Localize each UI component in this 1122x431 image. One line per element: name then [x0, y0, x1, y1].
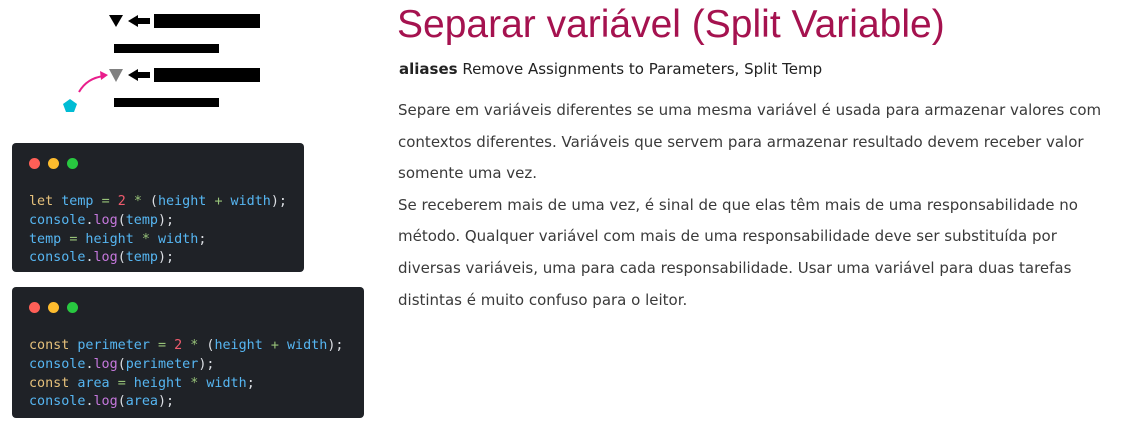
- code-token: width: [278, 338, 328, 353]
- down-triangle-icon: [109, 15, 123, 27]
- maximize-dot-icon: [67, 302, 78, 313]
- code-token: 2: [117, 194, 126, 209]
- code-token: .: [85, 356, 94, 372]
- code-line: console.log(area);: [29, 393, 343, 412]
- window-controls: [29, 158, 78, 169]
- description-paragraph: Separe em variáveis diferentes se uma me…: [398, 101, 1102, 183]
- code-token: .: [85, 250, 94, 266]
- code-token: let: [29, 194, 54, 209]
- code-token: (: [117, 250, 126, 266]
- aliases-line: aliases Remove Assignments to Parameters…: [399, 58, 822, 80]
- code-window-before: let temp = 2 * (height + width); console.…: [12, 143, 304, 272]
- code-token: console: [29, 356, 86, 372]
- code-token: const: [29, 375, 70, 391]
- code-token: );: [158, 394, 175, 410]
- maximize-dot-icon: [67, 158, 78, 169]
- code-line: console.log(temp);: [29, 249, 287, 268]
- aliases-label: aliases: [399, 60, 458, 78]
- code-line: let temp = 2 * (height + width);: [29, 193, 287, 212]
- code-token: =: [117, 375, 126, 391]
- code-token: temp: [29, 231, 70, 247]
- window-controls: [29, 302, 78, 313]
- code-token: log: [93, 212, 118, 228]
- left-arrow-icon: [128, 15, 150, 27]
- code-token: +: [270, 338, 279, 353]
- code-token: height: [158, 194, 207, 209]
- code-token: log: [93, 250, 118, 266]
- code-line: console.log(temp);: [29, 212, 287, 231]
- aliases-text: Remove Assignments to Parameters, Split …: [457, 60, 823, 78]
- code-token: temp: [125, 250, 158, 266]
- redacted-bar: [154, 68, 260, 82]
- code-line: const area = height * width;: [29, 375, 343, 394]
- code-window-after: const perimeter = 2 * (height + width); c…: [12, 287, 364, 418]
- code-token: .: [85, 394, 94, 410]
- code-token: );: [158, 250, 175, 266]
- code-token: *: [133, 194, 142, 209]
- code-token: (: [117, 212, 126, 228]
- code-token: width: [222, 194, 271, 209]
- close-dot-icon: [29, 158, 40, 169]
- code-token: =: [101, 194, 110, 209]
- code-token: );: [270, 194, 287, 209]
- code-token: =: [158, 338, 167, 353]
- page-title: Separar variável (Split Variable): [397, 3, 945, 46]
- minimize-dot-icon: [48, 158, 59, 169]
- code-token: height: [214, 338, 263, 353]
- code-token: ;: [246, 375, 255, 391]
- code-token: console: [29, 394, 86, 410]
- redacted-bar: [114, 98, 219, 107]
- code-token: );: [327, 338, 344, 353]
- left-arrow-icon: [128, 69, 150, 81]
- code-token: (: [141, 194, 158, 209]
- code-token: perimeter: [69, 338, 158, 353]
- code-line: temp = height * width;: [29, 231, 287, 250]
- curved-arrow-icon: [78, 71, 108, 93]
- code-token: console: [29, 250, 86, 266]
- code-block-before: let temp = 2 * (height + width); console.…: [29, 193, 287, 268]
- description-paragraph: Se receberem mais de uma vez, é sinal de…: [398, 195, 1078, 309]
- code-token: +: [214, 194, 223, 209]
- code-token: (: [117, 394, 126, 410]
- pentagon-icon: [63, 99, 77, 112]
- code-token: temp: [125, 212, 158, 228]
- code-line: const perimeter = 2 * (height + width);: [29, 337, 343, 356]
- code-token: console: [29, 212, 86, 228]
- code-token: area: [69, 375, 118, 391]
- code-token: const: [29, 338, 70, 353]
- code-token: temp: [53, 194, 102, 209]
- code-token: ;: [198, 231, 207, 247]
- code-block-after: const perimeter = 2 * (height + width); c…: [29, 337, 343, 412]
- code-token: (: [117, 356, 126, 372]
- code-token: height: [125, 375, 191, 391]
- code-token: width: [198, 375, 247, 391]
- minimize-dot-icon: [48, 302, 59, 313]
- redacted-bar: [154, 14, 260, 28]
- code-token: log: [93, 394, 118, 410]
- code-token: height: [77, 231, 142, 247]
- code-token: log: [93, 356, 118, 372]
- close-dot-icon: [29, 302, 40, 313]
- code-token: 2: [174, 338, 183, 353]
- code-token: (: [198, 338, 215, 353]
- description: Separe em variáveis diferentes se uma me…: [398, 95, 1108, 316]
- redacted-bar: [114, 44, 219, 53]
- code-token: );: [158, 212, 175, 228]
- code-token: .: [85, 212, 94, 228]
- code-token: area: [125, 394, 158, 410]
- refactoring-illustration: [63, 14, 260, 112]
- down-triangle-icon: [109, 69, 123, 82]
- code-line: console.log(perimeter);: [29, 356, 343, 375]
- code-token: perimeter: [125, 356, 199, 372]
- code-token: *: [141, 231, 150, 247]
- code-token: );: [198, 356, 215, 372]
- code-token: width: [149, 231, 199, 247]
